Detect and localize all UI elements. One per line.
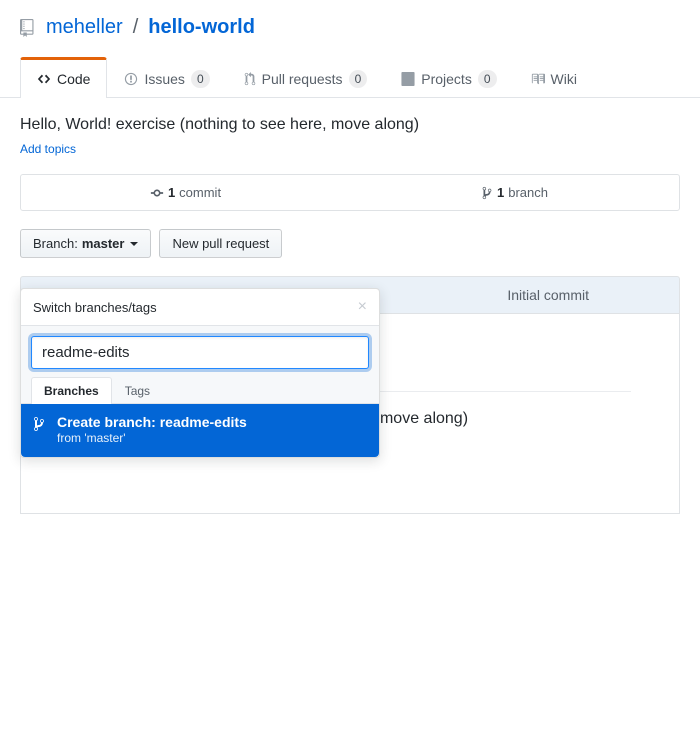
- commits-count: 1: [168, 185, 175, 200]
- repo-name-link[interactable]: hello-world: [148, 16, 255, 39]
- commits-label: commit: [179, 185, 221, 200]
- branch-filter-input[interactable]: [31, 336, 369, 369]
- branches-stat[interactable]: 1 branch: [350, 175, 679, 210]
- tab-issues[interactable]: Issues 0: [107, 57, 226, 98]
- create-branch-from: from 'master': [57, 431, 367, 445]
- new-pull-request-button[interactable]: New pull request: [159, 229, 282, 258]
- tab-pullrequests[interactable]: Pull requests 0: [227, 57, 385, 98]
- tab-projects-label: Projects: [421, 71, 472, 87]
- tags-tab[interactable]: Tags: [112, 377, 163, 404]
- repo-title: meheller / hello-world: [20, 16, 680, 39]
- current-branch-name: master: [82, 236, 125, 251]
- create-branch-item[interactable]: Create branch: readme-edits from 'master…: [21, 404, 379, 457]
- caret-down-icon: [130, 242, 138, 246]
- create-branch-prefix: Create branch:: [57, 414, 156, 430]
- branch-menu: Switch branches/tags × Branches Tags Cre…: [20, 288, 380, 458]
- branch-switch-button[interactable]: Branch: master: [20, 229, 151, 258]
- repo-owner-link[interactable]: meheller: [46, 16, 123, 39]
- branches-tab[interactable]: Branches: [31, 377, 112, 404]
- commits-stat[interactable]: 1 commit: [21, 175, 350, 210]
- tab-wiki[interactable]: Wiki: [514, 57, 594, 98]
- branch-menu-title: Switch branches/tags: [33, 300, 157, 315]
- add-topics-link[interactable]: Add topics: [20, 142, 76, 156]
- pulls-count: 0: [349, 70, 368, 88]
- stats-bar: 1 commit 1 branch: [20, 174, 680, 211]
- tab-projects[interactable]: Projects 0: [384, 57, 513, 98]
- repo-slash: /: [133, 16, 139, 39]
- branch-prefix: Branch:: [33, 236, 78, 251]
- repo-icon: [20, 19, 38, 37]
- tab-code[interactable]: Code: [20, 57, 107, 98]
- projects-count: 0: [478, 70, 497, 88]
- issues-count: 0: [191, 70, 210, 88]
- branches-count: 1: [497, 185, 504, 200]
- tab-pullrequests-label: Pull requests: [262, 71, 343, 87]
- create-branch-name: readme-edits: [160, 414, 247, 430]
- tab-code-label: Code: [57, 71, 90, 87]
- tab-issues-label: Issues: [144, 71, 184, 87]
- repo-nav: Code Issues 0 Pull requests 0 Projects 0…: [0, 57, 700, 98]
- close-icon[interactable]: ×: [358, 299, 367, 315]
- repo-description: Hello, World! exercise (nothing to see h…: [20, 116, 680, 134]
- branches-label: branch: [508, 185, 548, 200]
- tab-wiki-label: Wiki: [551, 71, 577, 87]
